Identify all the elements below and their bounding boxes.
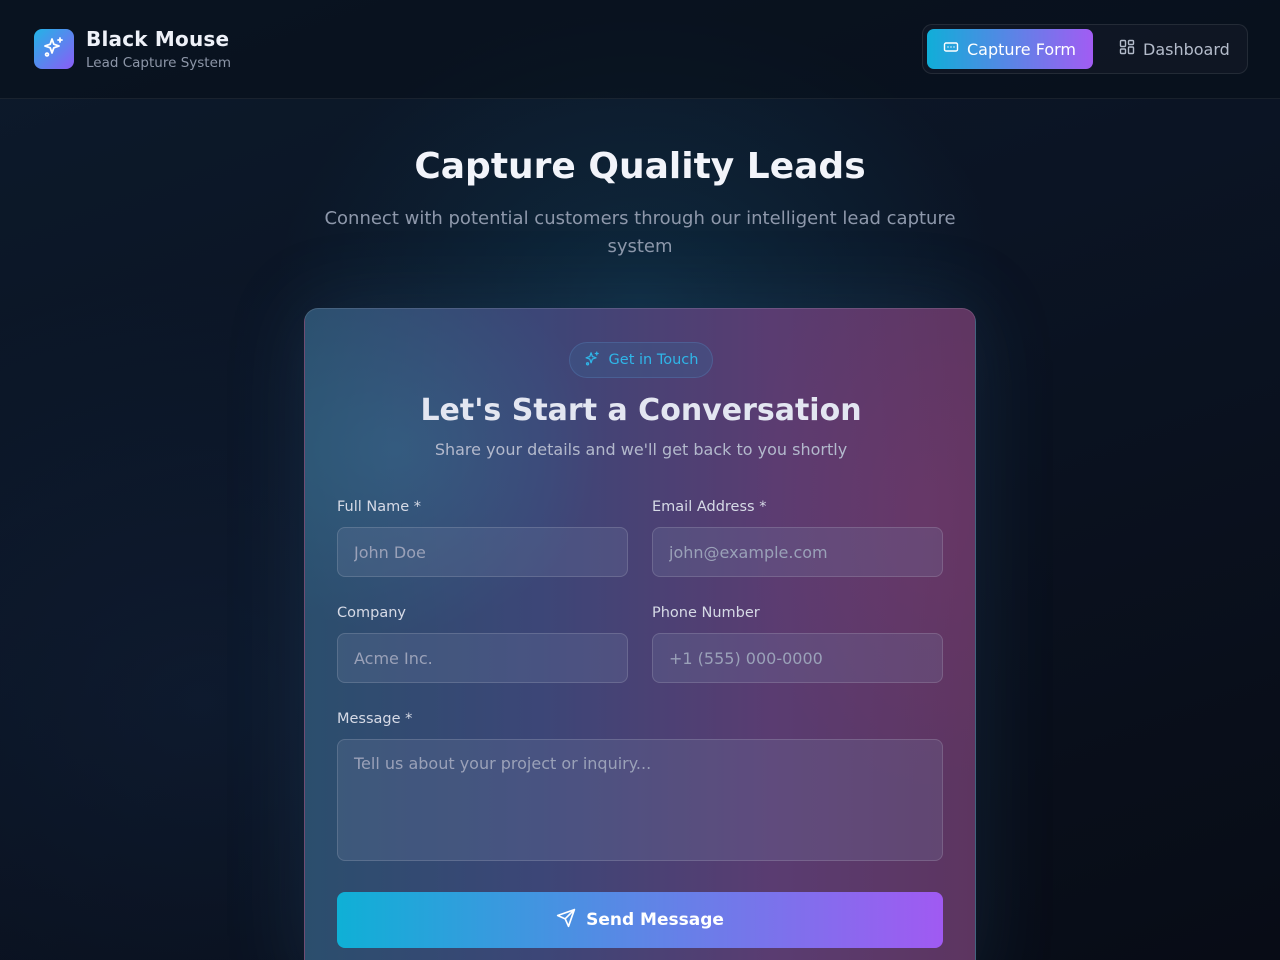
- form-icon: [943, 39, 959, 59]
- brand-logo: [34, 29, 74, 69]
- lead-form-card: Get in Touch Let's Start a Conversation …: [304, 308, 976, 960]
- form-subtitle: Share your details and we'll get back to…: [434, 440, 848, 459]
- message-textarea[interactable]: [337, 739, 943, 861]
- nav-capture-form[interactable]: Capture Form: [927, 29, 1093, 69]
- form-title: Let's Start a Conversation: [420, 393, 862, 428]
- email-input[interactable]: [652, 527, 943, 577]
- app-header: Black Mouse Lead Capture System Capture …: [0, 0, 1280, 99]
- nav-capture-form-label: Capture Form: [967, 39, 1077, 59]
- send-message-label: Send Message: [586, 910, 724, 930]
- company-input[interactable]: [337, 633, 628, 683]
- email-label: Email Address *: [652, 499, 767, 515]
- main-nav: Capture Form Dashboard: [922, 24, 1248, 74]
- send-message-button[interactable]: Send Message: [337, 892, 943, 948]
- page-subtitle: Connect with potential customers through…: [324, 208, 956, 257]
- nav-dashboard[interactable]: Dashboard: [1103, 29, 1246, 69]
- message-label: Message *: [337, 711, 413, 727]
- full-name-label: Full Name *: [337, 499, 422, 515]
- page: Black Mouse Lead Capture System Capture …: [0, 0, 1280, 960]
- badge-label: Get in Touch: [608, 352, 699, 368]
- phone-input[interactable]: [652, 633, 943, 683]
- send-icon: [556, 908, 576, 933]
- phone-label: Phone Number: [652, 605, 760, 621]
- sparkles-icon: [584, 350, 601, 371]
- brand-title: Black Mouse: [86, 27, 230, 51]
- company-label: Company: [337, 605, 406, 621]
- grid-icon: [1119, 39, 1135, 59]
- page-title: Capture Quality Leads: [414, 146, 866, 187]
- get-in-touch-badge: Get in Touch: [569, 342, 713, 378]
- full-name-input[interactable]: [337, 527, 628, 577]
- nav-dashboard-label: Dashboard: [1143, 39, 1230, 59]
- brand-subtitle: Lead Capture System: [86, 55, 232, 71]
- sparkles-icon: [42, 35, 66, 63]
